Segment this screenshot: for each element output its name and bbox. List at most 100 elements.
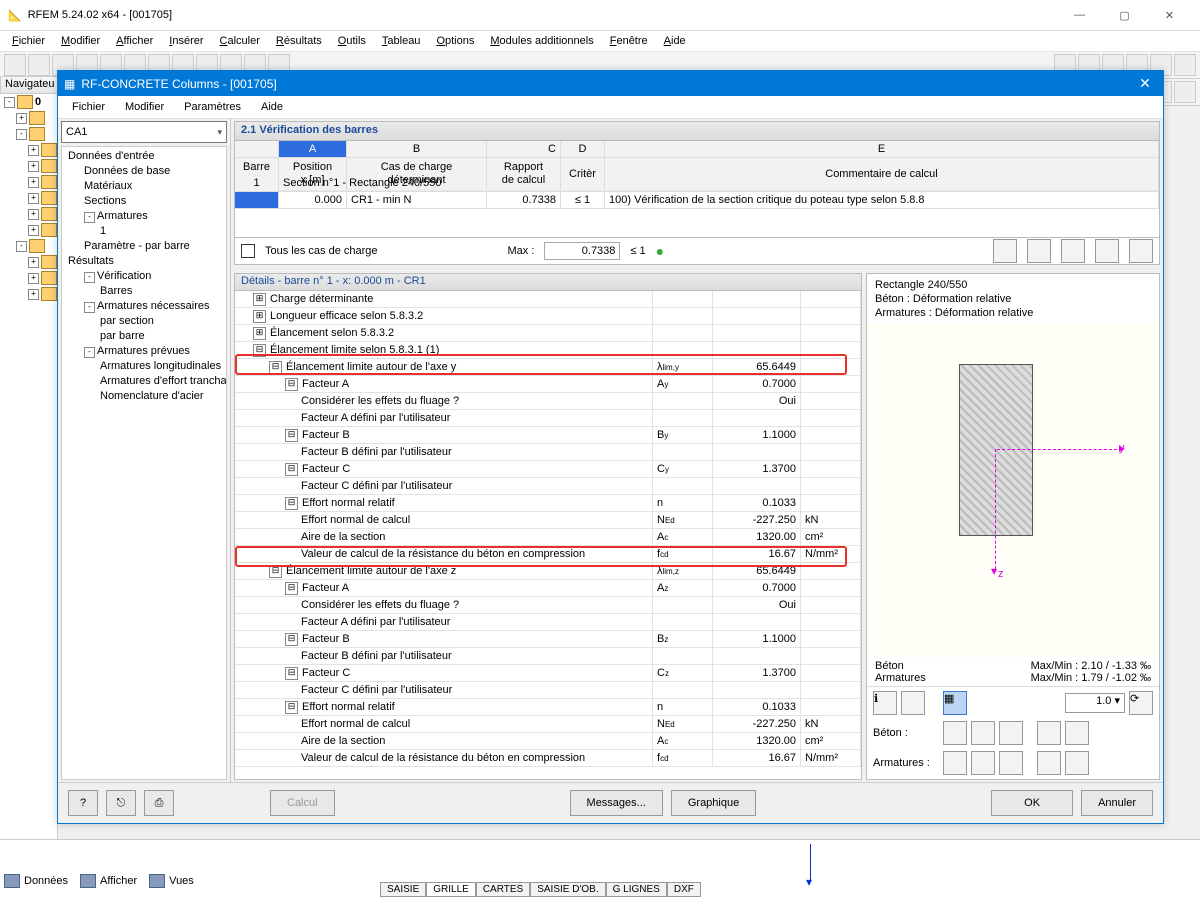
ok-button[interactable]: OK xyxy=(991,790,1073,816)
toolbar-btn-1[interactable] xyxy=(993,239,1017,263)
all-load-cases-checkbox[interactable] xyxy=(241,244,255,258)
beton-mode-3[interactable] xyxy=(999,721,1023,745)
detail-row[interactable]: ⊟Facteur AAz0.7000 xyxy=(235,580,861,597)
refresh-button[interactable]: ⟳ xyxy=(1129,691,1153,715)
annuler-button[interactable]: Annuler xyxy=(1081,790,1153,816)
toolbar-btn-3[interactable] xyxy=(1061,239,1085,263)
tree-item[interactable]: Sections xyxy=(64,194,224,209)
zoom-factor[interactable]: 1.0 ▾ xyxy=(1065,693,1125,713)
detail-row[interactable]: Facteur A défini par l'utilisateur xyxy=(235,614,861,631)
detail-row[interactable]: Effort normal de calculNEd-227.250kN xyxy=(235,512,861,529)
arm-mode-4[interactable] xyxy=(1037,751,1061,775)
main-menubar[interactable]: FichierModifierAfficherInsérerCalculerRé… xyxy=(0,31,1200,52)
graphique-button[interactable]: Graphique xyxy=(671,790,756,816)
detail-row[interactable]: Facteur C défini par l'utilisateur xyxy=(235,478,861,495)
results-grid[interactable]: A B C D E Barre n° Positionx [m] Cas de … xyxy=(234,141,1160,238)
dialog-menu-paramètres[interactable]: Paramètres xyxy=(174,99,251,115)
tree-item[interactable]: par section xyxy=(64,314,224,329)
print-button[interactable]: ⎙ xyxy=(144,790,174,816)
navigator-tree[interactable]: -0 + - + + + + + + - + + + xyxy=(0,94,58,840)
mode-tab[interactable]: SAISIE xyxy=(380,882,426,897)
close-button[interactable]: ✕ xyxy=(1147,0,1192,30)
tree-item[interactable]: Nomenclature d'acier xyxy=(64,389,224,404)
menu-aide[interactable]: Aide xyxy=(656,33,694,49)
case-combo[interactable]: CA1 xyxy=(61,121,227,143)
tree-item[interactable]: par barre xyxy=(64,329,224,344)
arm-mode-2[interactable] xyxy=(971,751,995,775)
view-tab[interactable]: Vues xyxy=(149,874,194,888)
dialog-titlebar[interactable]: ▦ RF-CONCRETE Columns - [001705] ✕ xyxy=(58,71,1163,96)
detail-row[interactable]: Facteur B défini par l'utilisateur xyxy=(235,444,861,461)
bottom-tabs-modes[interactable]: SAISIEGRILLECARTESSAISIE D'OB.G LIGNESDX… xyxy=(380,882,701,897)
tree-item[interactable]: Paramètre - par barre xyxy=(64,239,224,254)
hatch-button[interactable]: ▦ xyxy=(943,691,967,715)
arm-mode-3[interactable] xyxy=(999,751,1023,775)
tree-item[interactable]: -Armatures xyxy=(64,209,224,224)
dialog-menu-aide[interactable]: Aide xyxy=(251,99,293,115)
preview-canvas[interactable]: y z xyxy=(867,324,1159,658)
tree-item[interactable]: -Armatures prévues xyxy=(64,344,224,359)
input-tree[interactable]: Données d'entréeDonnées de baseMatériaux… xyxy=(61,146,227,780)
menu-modules additionnels[interactable]: Modules additionnels xyxy=(482,33,601,49)
detail-row[interactable]: Considérer les effets du fluage ?Oui xyxy=(235,597,861,614)
view-tab[interactable]: Données xyxy=(4,874,68,888)
messages-button[interactable]: Messages... xyxy=(570,790,663,816)
detail-row[interactable]: ⊞Charge déterminante xyxy=(235,291,861,308)
detail-row[interactable]: ⊟Facteur BBz1.1000 xyxy=(235,631,861,648)
menu-fenêtre[interactable]: Fenêtre xyxy=(602,33,656,49)
mode-tab[interactable]: G LIGNES xyxy=(606,882,667,897)
detail-row[interactable]: Valeur de calcul de la résistance du bét… xyxy=(235,546,861,563)
menu-tableau[interactable]: Tableau xyxy=(374,33,429,49)
tree-item[interactable]: 1 xyxy=(64,224,224,239)
mode-tab[interactable]: SAISIE D'OB. xyxy=(530,882,605,897)
detail-row[interactable]: ⊟Facteur AAy0.7000 xyxy=(235,376,861,393)
detail-row[interactable]: ⊞Élancement selon 5.8.3.2 xyxy=(235,325,861,342)
toolbar-btn-4[interactable] xyxy=(1095,239,1119,263)
detail-row[interactable]: Considérer les effets du fluage ?Oui xyxy=(235,393,861,410)
toolbar-btn-2[interactable] xyxy=(1027,239,1051,263)
mode-tab[interactable]: DXF xyxy=(667,882,701,897)
detail-row[interactable]: Facteur B défini par l'utilisateur xyxy=(235,648,861,665)
dialog-menubar[interactable]: FichierModifierParamètresAide xyxy=(58,96,1163,119)
menu-modifier[interactable]: Modifier xyxy=(53,33,108,49)
menu-afficher[interactable]: Afficher xyxy=(108,33,161,49)
minimize-button[interactable]: — xyxy=(1057,0,1102,30)
export-button[interactable]: ⎋ xyxy=(106,790,136,816)
detail-row[interactable]: ⊟Élancement limite selon 5.8.3.1 (1) xyxy=(235,342,861,359)
detail-row[interactable]: Effort normal de calculNEd-227.250kN xyxy=(235,716,861,733)
detail-row[interactable]: Aire de la sectionAc1320.00cm² xyxy=(235,733,861,750)
beton-mode-1[interactable] xyxy=(943,721,967,745)
beton-mode-2[interactable] xyxy=(971,721,995,745)
dialog-menu-fichier[interactable]: Fichier xyxy=(62,99,115,115)
detail-row[interactable]: Valeur de calcul de la résistance du bét… xyxy=(235,750,861,767)
menu-insérer[interactable]: Insérer xyxy=(161,33,211,49)
tree-item[interactable]: Données d'entrée xyxy=(64,149,224,164)
tree-item[interactable]: -Vérification xyxy=(64,269,224,284)
detail-row[interactable]: ⊟Effort normal relatifn0.1033 xyxy=(235,699,861,716)
dialog-menu-modifier[interactable]: Modifier xyxy=(115,99,174,115)
menu-fichier[interactable]: Fichier xyxy=(4,33,53,49)
details-grid[interactable]: ⊞Charge déterminante⊞Longueur efficace s… xyxy=(234,291,862,780)
tree-item[interactable]: Armatures longitudinales xyxy=(64,359,224,374)
menu-outils[interactable]: Outils xyxy=(330,33,374,49)
tree-item[interactable]: -Armatures nécessaires xyxy=(64,299,224,314)
mode-tab[interactable]: CARTES xyxy=(476,882,530,897)
detail-row[interactable]: Aire de la sectionAc1320.00cm² xyxy=(235,529,861,546)
tree-item[interactable]: Armatures d'effort trancha xyxy=(64,374,224,389)
menu-options[interactable]: Options xyxy=(428,33,482,49)
view-tab[interactable]: Afficher xyxy=(80,874,137,888)
menu-calculer[interactable]: Calculer xyxy=(212,33,268,49)
detail-row[interactable]: ⊟Facteur CCy1.3700 xyxy=(235,461,861,478)
detail-row[interactable]: ⊞Longueur efficace selon 5.8.3.2 xyxy=(235,308,861,325)
tree-item[interactable]: Matériaux xyxy=(64,179,224,194)
menu-résultats[interactable]: Résultats xyxy=(268,33,330,49)
mode-tab[interactable]: GRILLE xyxy=(426,882,476,897)
beton-mode-4[interactable] xyxy=(1037,721,1061,745)
detail-row[interactable]: Facteur A défini par l'utilisateur xyxy=(235,410,861,427)
info-button[interactable]: ℹ xyxy=(873,691,897,715)
arm-mode-1[interactable] xyxy=(943,751,967,775)
result-row-1[interactable]: 0.000 CR1 - min N 0.7338 ≤ 1 100) Vérifi… xyxy=(235,192,1159,209)
detail-row[interactable]: ⊟Élancement limite autour de l'axe zλlim… xyxy=(235,563,861,580)
tree-item[interactable]: Données de base xyxy=(64,164,224,179)
tree-item[interactable]: Barres xyxy=(64,284,224,299)
